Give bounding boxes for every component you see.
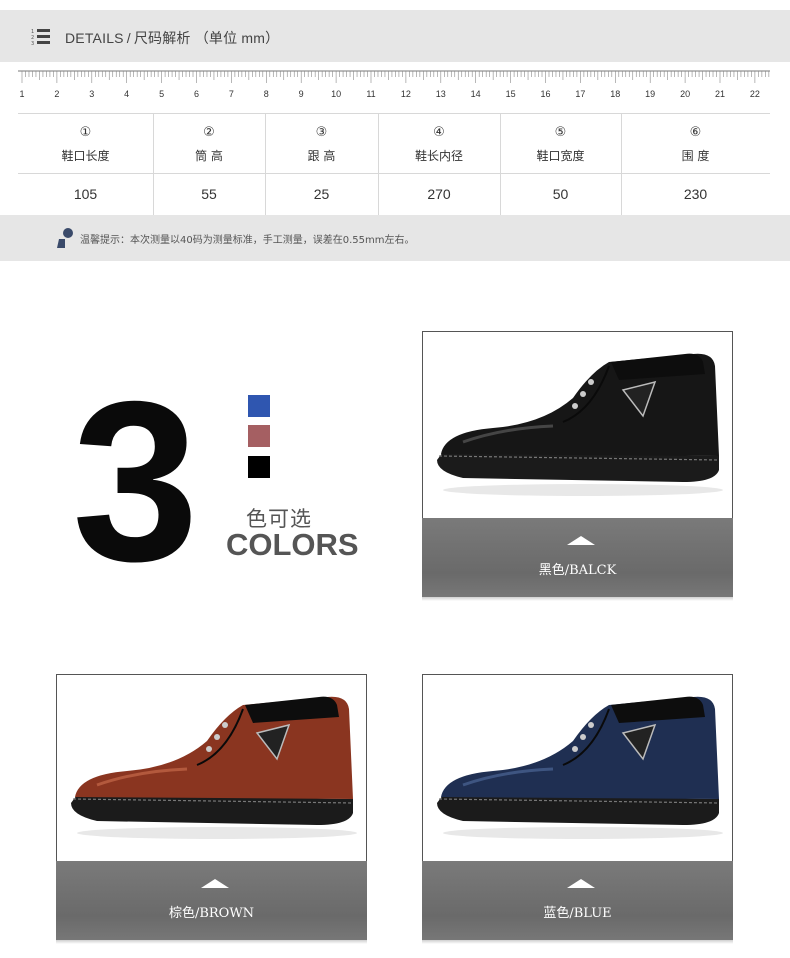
- ruler-number: 10: [331, 89, 342, 99]
- column-number: ④: [433, 125, 445, 140]
- ruler-number: 8: [263, 89, 269, 99]
- column-label: 鞋口长度: [61, 149, 110, 163]
- shoe-image: [71, 696, 357, 839]
- table-column: ② 筒 高 55: [153, 114, 265, 215]
- ruler-number: 15: [505, 89, 516, 99]
- up-arrow-icon: [567, 879, 595, 888]
- shoe-photo[interactable]: [56, 674, 367, 862]
- shoe-image: [437, 353, 723, 496]
- ruler-number: 7: [228, 89, 234, 99]
- tip-text: 温馨提示：本次测量以40码为测量标准，手工测量，误差在0.55mm左右。: [80, 235, 415, 246]
- product-card-blue[interactable]: 蓝色/BLUE: [422, 674, 733, 944]
- ruler-number: 5: [159, 89, 165, 99]
- title-en: DETAILS: [65, 30, 124, 46]
- ruler-number: 19: [645, 89, 656, 99]
- color-caption: 黑色/BALCK: [422, 518, 733, 597]
- measurement-ruler: 1 2 3 4 5 6 7 8 9 10 11 12 13 14 15 16 17 18 19 20 21 22: [18, 70, 770, 102]
- column-label: 跟 高: [307, 149, 336, 163]
- up-arrow-icon: [567, 536, 595, 545]
- ruler-number: 21: [714, 89, 726, 99]
- shoe-photo[interactable]: [422, 331, 733, 519]
- column-label: 筒 高: [195, 149, 223, 163]
- ruler-number: 14: [470, 89, 481, 99]
- column-value: 230: [683, 186, 708, 202]
- details-header: 1 2 3 DETAILS / 尺码解析 （单位 mm）: [0, 10, 790, 62]
- table-column: ① 鞋口长度 105: [18, 114, 153, 215]
- color-caption: 蓝色/BLUE: [422, 861, 733, 940]
- ruler-number: 12: [400, 89, 411, 99]
- ruler-number: 6: [193, 89, 200, 99]
- ruler-number: 9: [298, 89, 304, 99]
- ruler-number: 4: [124, 89, 130, 99]
- column-number: ⑥: [689, 125, 702, 140]
- ruler-number: 2: [54, 89, 60, 99]
- ruler-number: 16: [540, 89, 551, 99]
- swatch-blue: [248, 395, 270, 417]
- ruler-number: 3: [89, 89, 95, 99]
- ruler-number: 13: [435, 89, 446, 99]
- color-caption: 棕色/BROWN: [56, 861, 367, 940]
- up-arrow-icon: [201, 879, 229, 888]
- table-column: ⑤ 鞋口宽度 50: [500, 114, 621, 215]
- column-value: 50: [552, 186, 569, 202]
- column-value: 25: [313, 186, 330, 202]
- column-label: 鞋口宽度: [536, 149, 585, 163]
- size-table: ① 鞋口长度 105 ② 筒 高 55 ③ 跟 高 25 ④ 鞋长内径 270 …: [18, 113, 770, 216]
- swatch-black: [248, 456, 270, 478]
- column-value: 270: [427, 186, 451, 202]
- ruler-number: 17: [575, 89, 586, 99]
- title-separator: /: [126, 30, 131, 46]
- ruler-number: 18: [610, 89, 621, 99]
- column-value: 105: [73, 186, 98, 202]
- column-number: ①: [79, 125, 92, 140]
- ruler-ticks: [18, 70, 770, 83]
- ruler-number: 11: [366, 89, 376, 99]
- numbered-list-icon: 1 2 3: [31, 29, 50, 47]
- title-cn: 尺码解析 （单位 mm）: [133, 30, 280, 46]
- column-number: ⑤: [554, 125, 567, 140]
- colors-en-label: COLORS: [226, 527, 359, 562]
- ruler-number: 1: [19, 89, 25, 99]
- ruler-number: 22: [749, 89, 760, 99]
- shoe-photo[interactable]: [422, 674, 733, 862]
- color-label: 棕色/BROWN: [168, 906, 255, 921]
- table-column: ④ 鞋长内径 270: [378, 114, 500, 215]
- page-title: DETAILS / 尺码解析 （单位 mm）: [65, 28, 279, 48]
- person-tip-icon: [57, 228, 73, 248]
- color-count-number: 3: [72, 355, 199, 609]
- table-column: ⑥ 围 度 230: [621, 114, 770, 215]
- ruler-number: 20: [680, 89, 691, 99]
- table-column: ③ 跟 高 25: [265, 114, 378, 215]
- shoe-image: [437, 696, 723, 839]
- measurement-tip: 温馨提示：本次测量以40码为测量标准，手工测量，误差在0.55mm左右。: [0, 215, 790, 261]
- color-label: 蓝色/BLUE: [543, 906, 612, 921]
- color-label: 黑色/BALCK: [538, 563, 617, 578]
- product-card-brown[interactable]: 棕色/BROWN: [56, 674, 367, 944]
- column-number: ②: [203, 125, 215, 140]
- svg-text:3: 3: [31, 41, 34, 47]
- column-label: 围 度: [681, 149, 710, 163]
- product-card-black[interactable]: 黑色/BALCK: [422, 331, 733, 601]
- column-value: 55: [201, 186, 217, 202]
- column-number: ③: [315, 125, 328, 140]
- swatch-brown: [248, 425, 270, 447]
- column-label: 鞋长内径: [414, 149, 463, 163]
